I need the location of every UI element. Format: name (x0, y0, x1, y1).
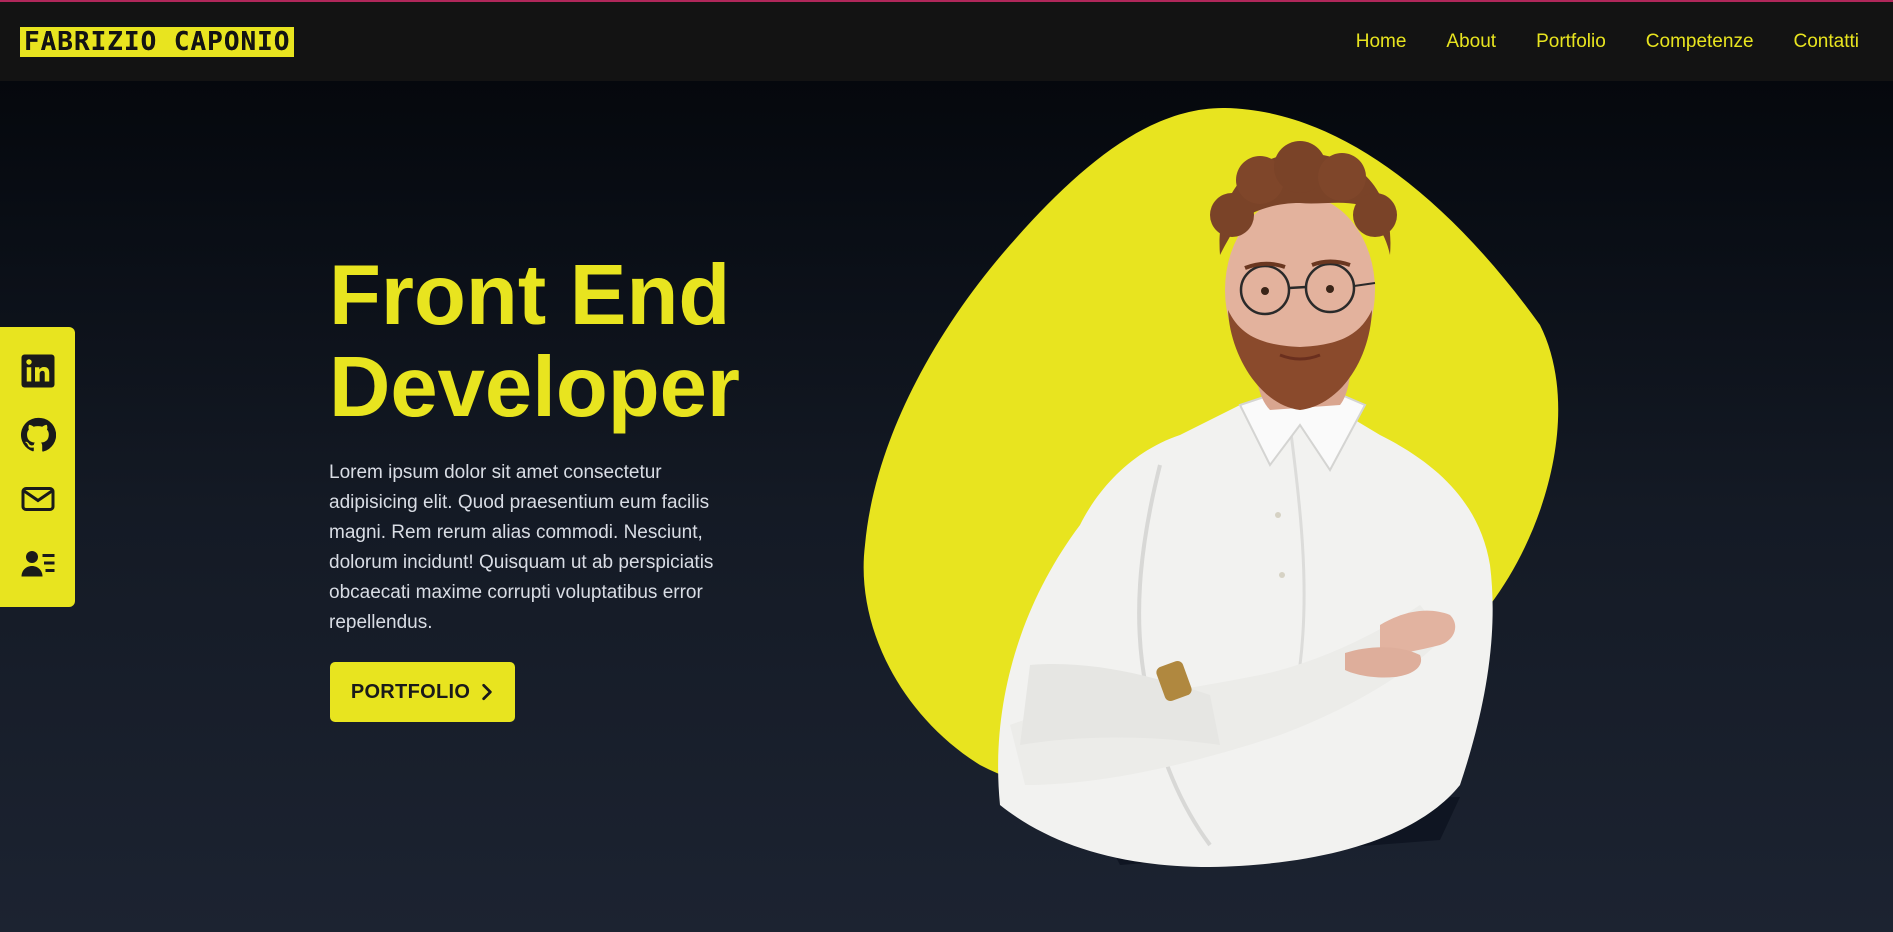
hero-title-line1: Front End (329, 248, 731, 343)
linkedin-icon[interactable] (19, 352, 57, 390)
profile-portrait (860, 105, 1560, 875)
navbar: FABRIZIO CAPONIO Home About Portfolio Co… (0, 2, 1893, 81)
hero-title: Front End Developer (329, 250, 789, 434)
chevron-right-icon (482, 683, 492, 701)
nav-item-home[interactable]: Home (1356, 31, 1407, 53)
nav-links: Home About Portfolio Competenze Contatti (1356, 31, 1859, 53)
logo[interactable]: FABRIZIO CAPONIO (20, 26, 295, 57)
portfolio-button[interactable]: PORTFOLIO (330, 662, 515, 722)
nav-item-competenze[interactable]: Competenze (1646, 31, 1754, 53)
profile-photo-illustration (863, 107, 1559, 867)
nav-item-about[interactable]: About (1446, 31, 1496, 53)
hero-title-line2: Developer (329, 340, 741, 435)
hero-description: Lorem ipsum dolor sit amet consectetur a… (329, 462, 714, 633)
social-sidebar (0, 327, 75, 607)
nav-item-contatti[interactable]: Contatti (1794, 31, 1859, 53)
hero-section: Front End Developer Lorem ipsum dolor si… (329, 250, 789, 638)
contact-card-icon[interactable] (19, 544, 57, 582)
nav-item-portfolio[interactable]: Portfolio (1536, 31, 1606, 53)
mail-icon[interactable] (19, 480, 57, 518)
github-icon[interactable] (19, 416, 57, 454)
portfolio-button-label: PORTFOLIO (350, 680, 471, 703)
page: FABRIZIO CAPONIO Home About Portfolio Co… (0, 0, 1893, 932)
